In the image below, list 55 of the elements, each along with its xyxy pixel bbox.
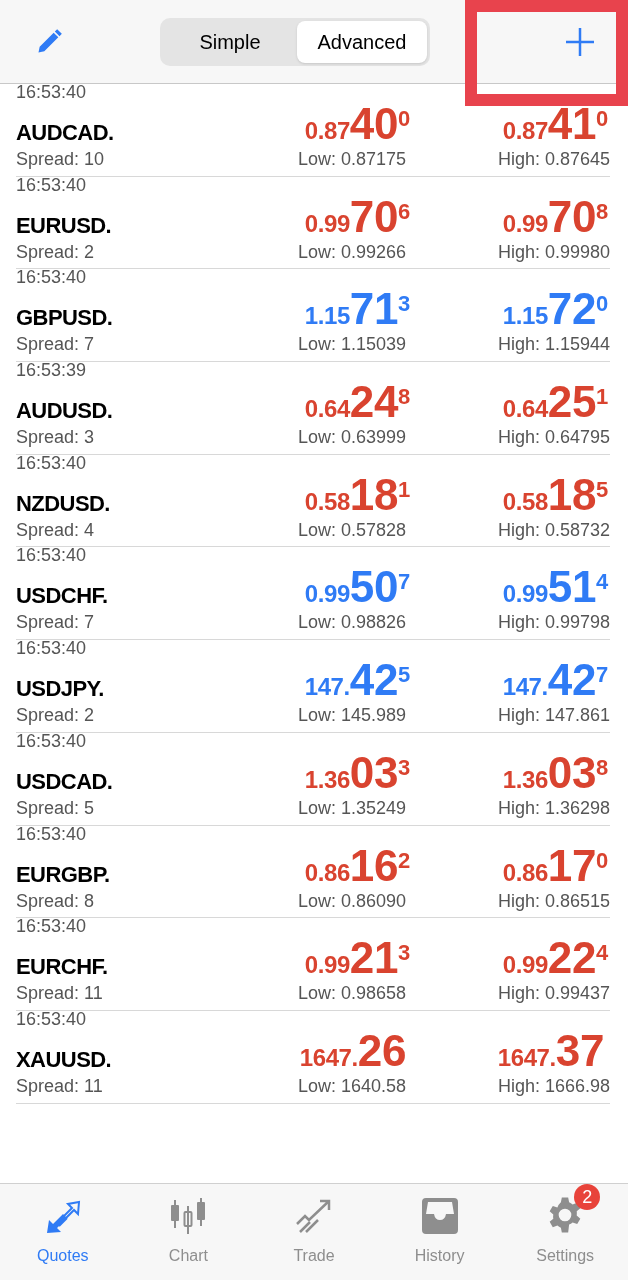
low-price: Low: 1.15039 — [296, 335, 407, 354]
spread-label: Spread: 2 — [16, 706, 96, 725]
low-price: Low: 0.87175 — [296, 150, 407, 168]
bid-price: 1647.26 — [299, 1028, 407, 1073]
spread-label: Spread: 7 — [16, 335, 96, 354]
high-price: High: 0.99798 — [496, 613, 610, 632]
spread-label: Spread: 5 — [16, 798, 96, 817]
symbol-name: USDCHF. — [16, 585, 109, 608]
inbox-tray-icon — [419, 1198, 460, 1234]
low-price: Low: 0.86090 — [296, 891, 407, 910]
plus-icon — [565, 26, 595, 57]
low-price: Low: 0.98826 — [296, 613, 407, 632]
low-price: Low: 0.57828 — [296, 520, 407, 539]
symbol-name: XAUUSD. — [16, 1048, 113, 1071]
segment-tab[interactable]: Simple — [163, 20, 297, 63]
high-price: High: 0.58732 — [496, 520, 610, 539]
high-price: High: 1666.98 — [496, 1076, 610, 1095]
quote-time: 16:53:40 — [16, 81, 88, 104]
spread-label: Spread: 10 — [16, 150, 106, 168]
high-price: High: 0.99980 — [496, 242, 610, 261]
low-price: Low: 0.99266 — [296, 242, 407, 261]
high-price: High: 147.861 — [496, 706, 610, 725]
low-price: Low: 0.98658 — [296, 984, 407, 1003]
symbol-name: AUDUSD. — [16, 400, 114, 423]
spread-label: Spread: 4 — [16, 520, 96, 539]
symbol-name: USDJPY. — [16, 678, 105, 701]
low-price: Low: 145.989 — [296, 706, 407, 725]
high-price: High: 0.86515 — [496, 891, 610, 910]
symbol-name: USDCAD. — [16, 770, 114, 793]
notification-badge: 2 — [574, 1184, 601, 1210]
tab-bar-item[interactable]: 2 Settings — [502, 1184, 628, 1280]
high-price: High: 1.15944 — [496, 335, 610, 354]
spread-label: Spread: 11 — [16, 984, 104, 1003]
spread-label: Spread: 7 — [16, 613, 96, 632]
symbol-name: EURCHF. — [16, 956, 109, 979]
high-price: High: 1.36298 — [496, 798, 610, 817]
spread-label: Spread: 2 — [16, 242, 96, 261]
symbol-name: AUDCAD. — [16, 122, 115, 144]
quote-row[interactable]: 16:53:40 XAUUSD. 1647.26 1647.37 Spread: 11 Low: 1640.58 High: 1666.98 — [16, 1010, 610, 1104]
spread-label: Spread: 11 — [16, 1076, 104, 1095]
segment-tab[interactable]: Advanced — [297, 20, 427, 63]
spread-label: Spread: 8 — [16, 891, 96, 910]
low-price: Low: 1640.58 — [296, 1076, 407, 1095]
high-price: High: 0.99437 — [496, 984, 610, 1003]
tab-bar-item[interactable]: Quotes — [0, 1184, 126, 1280]
ask-price: 1647.37 — [497, 1028, 605, 1073]
high-price: High: 0.87645 — [496, 150, 610, 168]
spread-label: Spread: 3 — [16, 428, 96, 447]
low-price: Low: 1.35249 — [296, 798, 407, 817]
low-price: Low: 0.63999 — [296, 428, 407, 447]
symbol-name: NZDUSD. — [16, 492, 111, 515]
symbol-name: EURUSD. — [16, 214, 113, 237]
symbol-name: EURGBP. — [16, 863, 111, 886]
symbol-name: GBPUSD. — [16, 307, 114, 330]
high-price: High: 0.64795 — [496, 428, 610, 447]
